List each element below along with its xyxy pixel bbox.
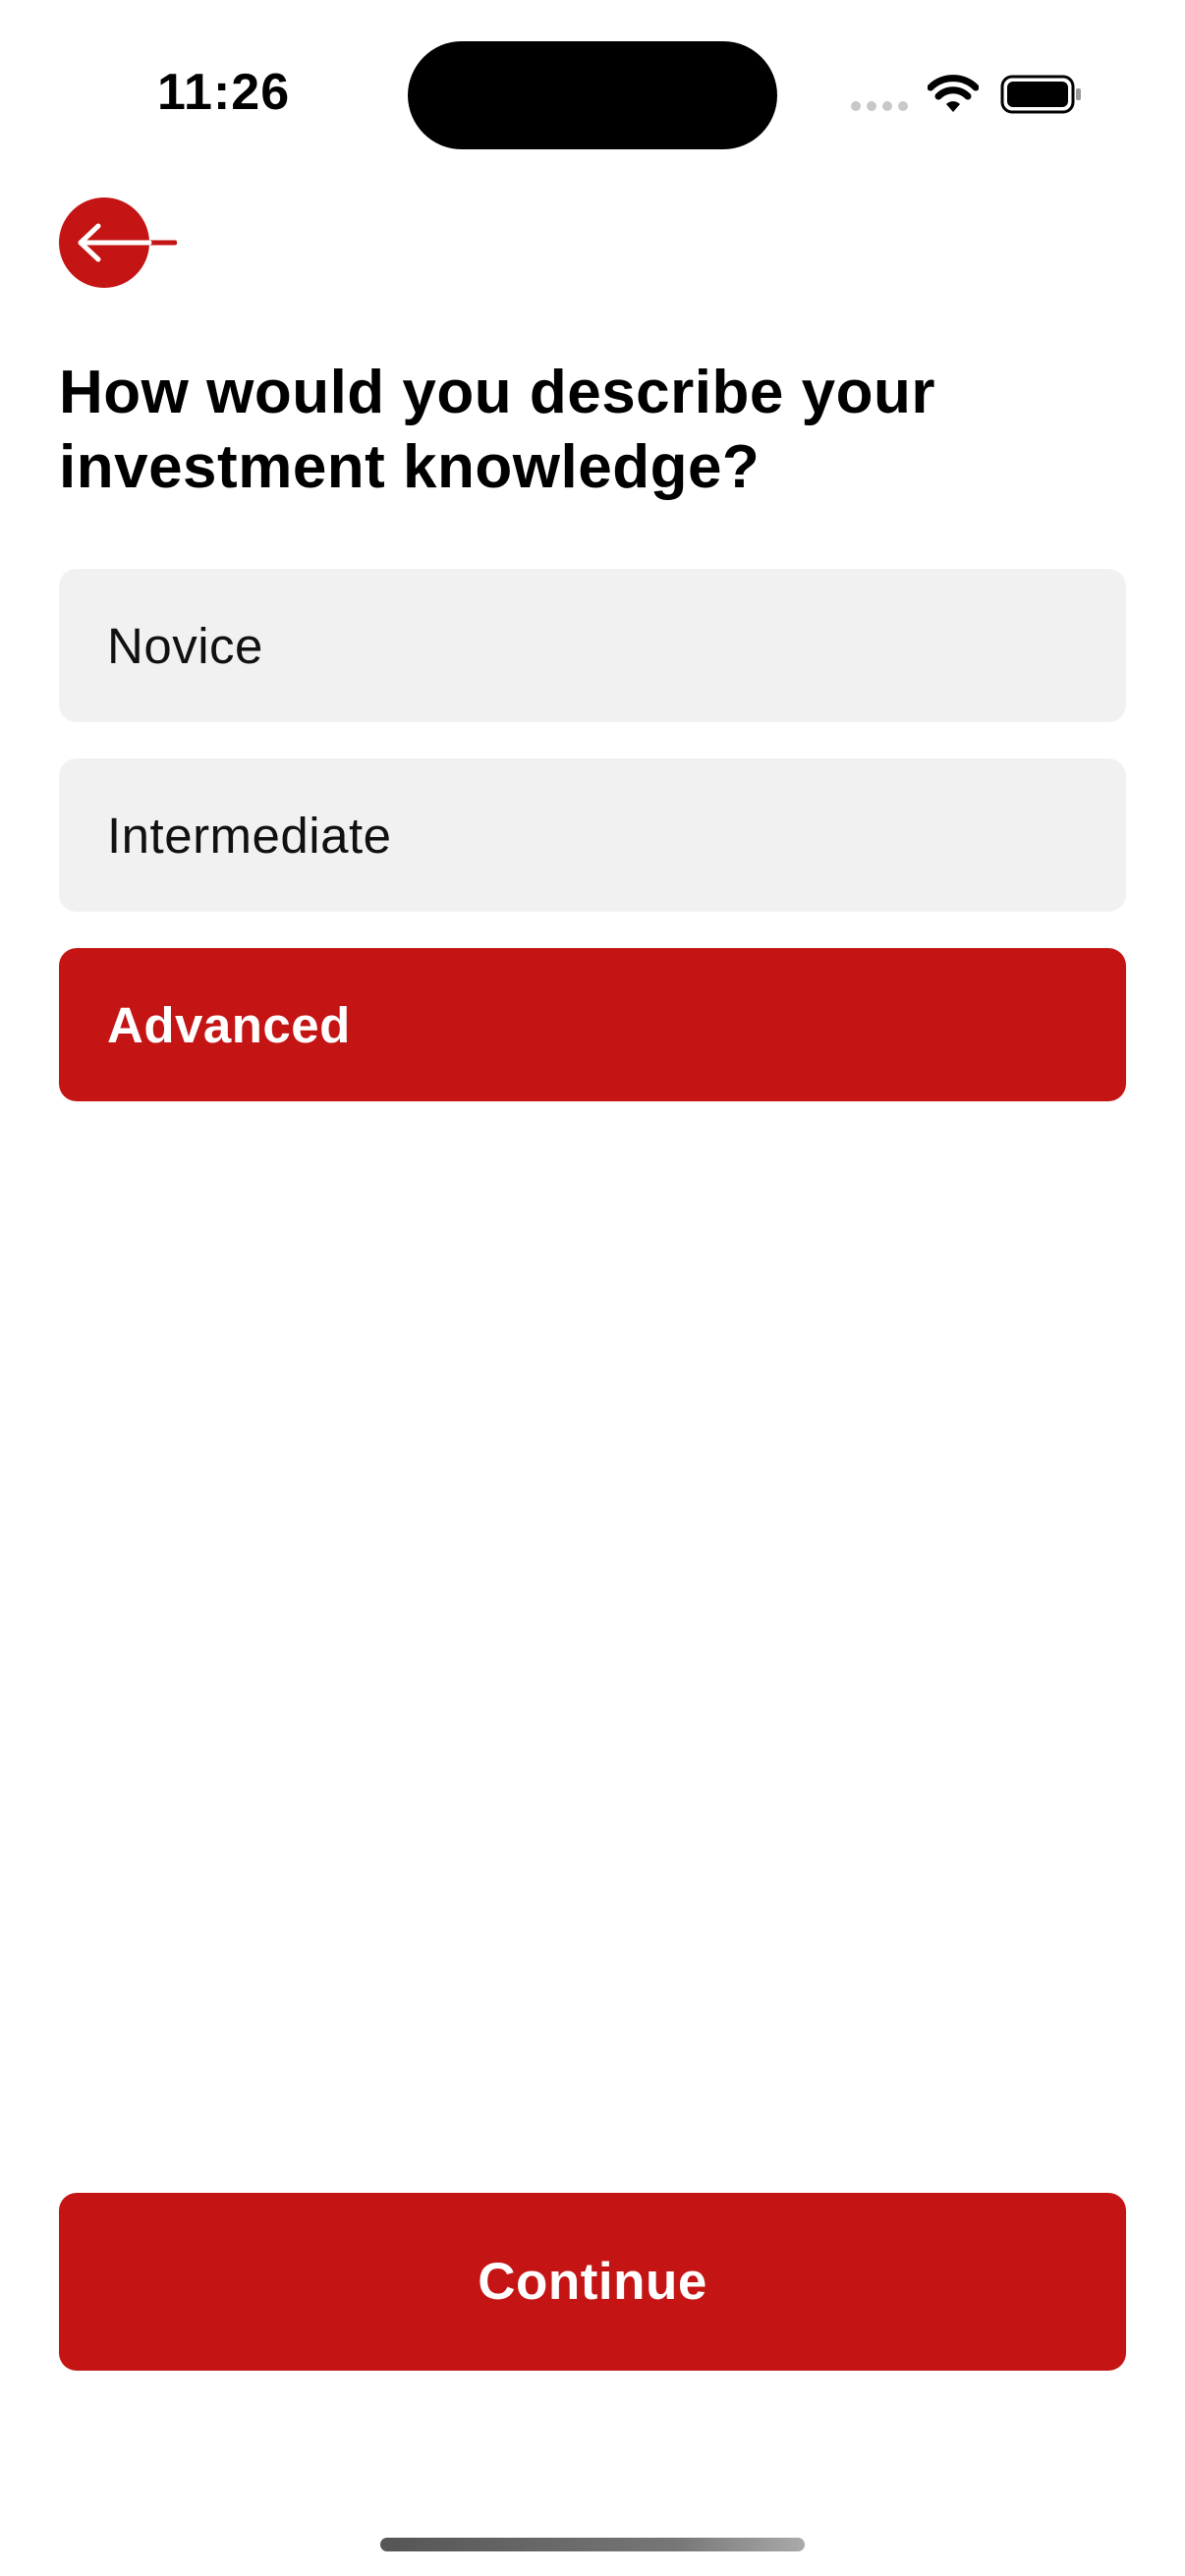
option-label: Advanced xyxy=(107,996,351,1053)
option-intermediate[interactable]: Intermediate xyxy=(59,758,1126,912)
arrow-left-icon xyxy=(59,197,178,288)
home-indicator[interactable] xyxy=(380,2538,805,2551)
cellular-dots-icon xyxy=(851,101,908,111)
back-button[interactable] xyxy=(59,196,178,289)
option-novice[interactable]: Novice xyxy=(59,569,1126,722)
dynamic-island xyxy=(408,41,777,149)
option-label: Intermediate xyxy=(107,807,392,864)
option-label: Novice xyxy=(107,617,263,674)
status-time: 11:26 xyxy=(157,64,291,121)
option-advanced[interactable]: Advanced xyxy=(59,948,1126,1101)
page-title: How would you describe your investment k… xyxy=(59,359,935,501)
battery-icon xyxy=(1000,75,1081,114)
continue-button[interactable]: Continue xyxy=(59,2193,1126,2371)
continue-label: Continue xyxy=(478,2253,707,2311)
wifi-icon xyxy=(928,75,979,112)
